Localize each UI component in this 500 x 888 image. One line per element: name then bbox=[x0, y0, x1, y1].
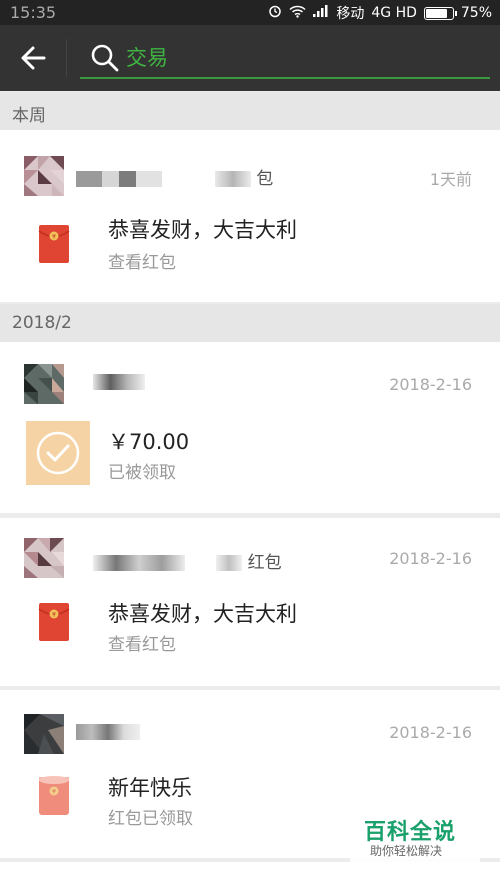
item-title: 新年快乐 bbox=[108, 776, 192, 800]
arrow-left-icon bbox=[21, 46, 46, 70]
sender-visible-text: 包 bbox=[256, 169, 274, 189]
section-label: 2018/2 bbox=[12, 313, 72, 333]
item-subtitle: 查看红包 bbox=[108, 253, 176, 273]
search-underline bbox=[80, 77, 490, 79]
blurred-name bbox=[93, 555, 186, 571]
search-input[interactable]: 交易 bbox=[126, 43, 476, 73]
search-toolbar: 交易 bbox=[0, 25, 500, 91]
list-item[interactable]: 2018-2-16 ￥70.00 已被领取 bbox=[0, 342, 500, 513]
item-title: 恭喜发财，大吉大利 bbox=[108, 218, 297, 242]
list-item[interactable]: 红包 2018-2-16 ¥ 恭喜发财，大吉大利 查看红包 bbox=[0, 518, 500, 686]
sender-visible-text: 红包 bbox=[247, 553, 282, 573]
svg-text:¥: ¥ bbox=[52, 789, 56, 796]
section-label: 本周 bbox=[12, 106, 46, 126]
search-icon bbox=[90, 43, 120, 77]
svg-text:¥: ¥ bbox=[52, 234, 56, 241]
received-check-icon bbox=[26, 421, 90, 489]
item-title: 恭喜发财，大吉大利 bbox=[108, 602, 297, 626]
alarm-icon bbox=[268, 4, 282, 22]
avatar bbox=[24, 884, 64, 888]
blurred-name bbox=[76, 171, 162, 187]
status-icons: 移动 4G HD 75% bbox=[268, 3, 492, 23]
sender-name: 红包 bbox=[76, 548, 282, 573]
signal-icon bbox=[313, 5, 329, 21]
list-item[interactable] bbox=[0, 862, 500, 888]
status-bar: 15:35 移动 4G HD 75% bbox=[0, 0, 500, 25]
item-subtitle: 已被领取 bbox=[108, 463, 176, 483]
sender-name bbox=[76, 372, 146, 394]
item-time: 2018-2-16 bbox=[389, 375, 472, 394]
battery-percent: 75% bbox=[460, 5, 492, 21]
opened-red-packet-icon: ¥ bbox=[26, 772, 82, 832]
item-subtitle: 红包已领取 bbox=[108, 809, 193, 829]
toolbar-divider bbox=[66, 39, 67, 77]
item-time: 1天前 bbox=[429, 170, 472, 189]
avatar bbox=[24, 714, 64, 754]
avatar bbox=[24, 364, 64, 404]
item-time: 2018-2-16 bbox=[389, 723, 472, 742]
search-field[interactable]: 交易 bbox=[80, 39, 490, 79]
blurred-name bbox=[93, 374, 146, 390]
carrier-label: 移动 bbox=[336, 6, 365, 22]
svg-text:¥: ¥ bbox=[52, 612, 56, 619]
red-packet-icon: ¥ bbox=[26, 598, 82, 658]
red-packet-icon: ¥ bbox=[26, 216, 82, 276]
item-title: ￥70.00 bbox=[108, 430, 190, 454]
watermark: 百科全说 助你轻松解决 bbox=[350, 810, 480, 862]
network-label: 4G HD bbox=[371, 5, 417, 21]
battery-icon bbox=[423, 6, 457, 20]
avatar bbox=[24, 156, 64, 196]
sender-name: 包 bbox=[76, 164, 274, 189]
section-header-2018-2: 2018/2 bbox=[0, 304, 500, 342]
blurred-name bbox=[214, 171, 251, 187]
item-subtitle: 查看红包 bbox=[108, 635, 176, 655]
watermark-subtitle: 助你轻松解决 bbox=[370, 844, 443, 858]
list-item[interactable]: 包 1天前 ¥ 恭喜发财，大吉大利 查看红包 bbox=[0, 130, 500, 302]
item-time: 2018-2-16 bbox=[389, 549, 472, 568]
wifi-icon bbox=[289, 5, 306, 22]
section-header-this-week: 本周 bbox=[0, 92, 500, 130]
avatar bbox=[24, 538, 64, 578]
blurred-name bbox=[216, 555, 243, 571]
back-button[interactable] bbox=[14, 43, 54, 73]
blurred-name bbox=[76, 724, 140, 740]
sender-name bbox=[76, 722, 140, 744]
